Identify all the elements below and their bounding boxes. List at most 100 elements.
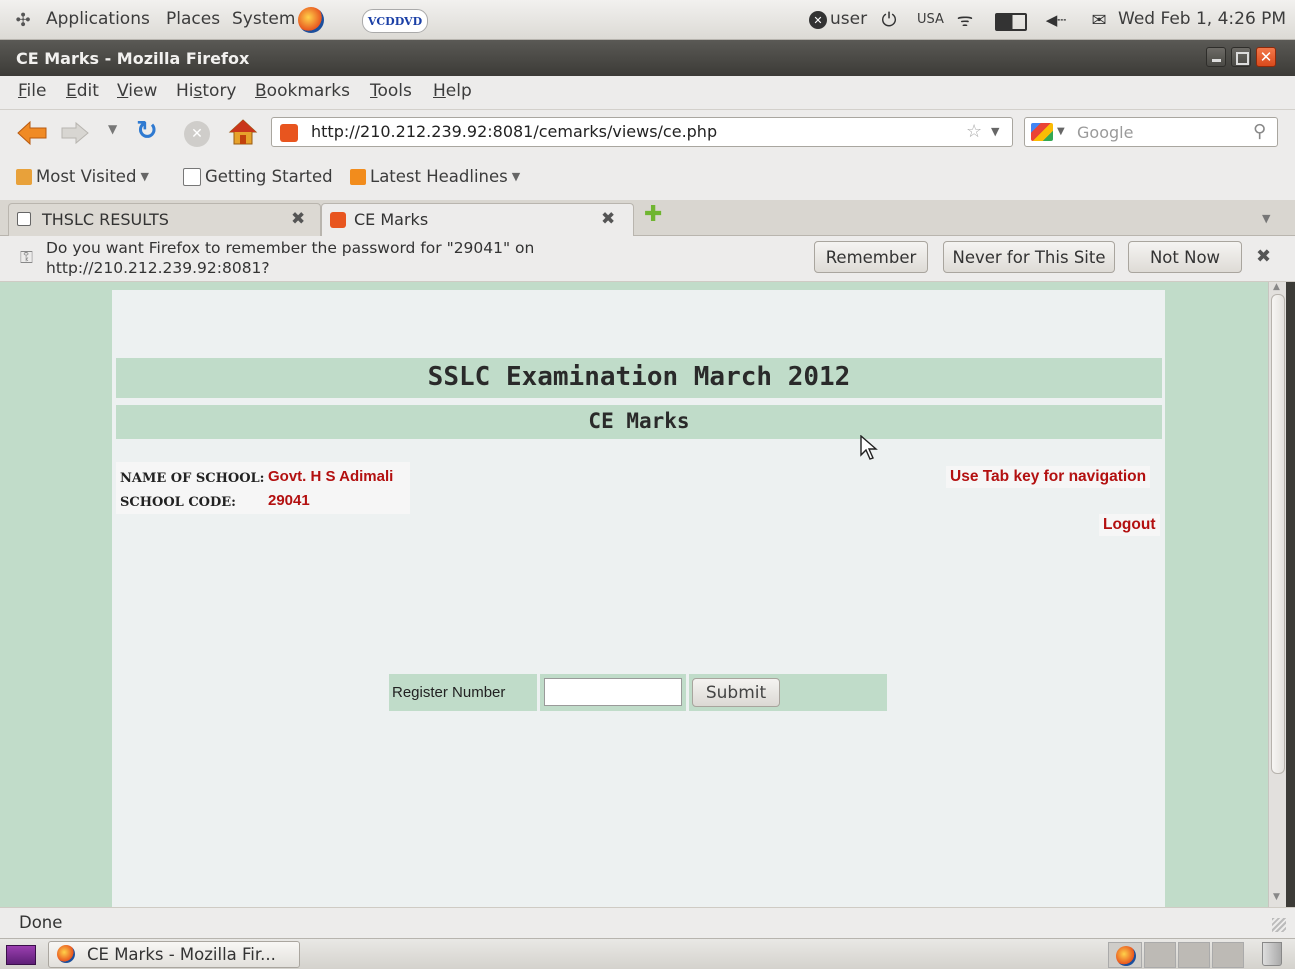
magnifier-icon[interactable]: ⚲ — [1253, 121, 1266, 142]
workspace-2[interactable] — [1178, 942, 1210, 968]
url-bar[interactable]: http://210.212.239.92:8081/cemarks/views… — [271, 117, 1013, 147]
ubuntu-logo-icon[interactable]: ✣ — [12, 9, 34, 31]
vertical-scrollbar[interactable]: ▲ ▼ — [1268, 282, 1286, 907]
new-tab-plus-icon[interactable]: ✚ — [644, 202, 662, 227]
resize-grip-icon[interactable] — [1272, 918, 1286, 932]
user-label[interactable]: user — [830, 9, 867, 29]
bookmark-getting-started[interactable]: Getting Started — [183, 167, 333, 186]
search-box[interactable]: ▼ Google ⚲ — [1024, 117, 1278, 147]
bookmark-latest-headlines[interactable]: Latest Headlines ▼ — [350, 167, 520, 186]
volume-icon[interactable]: ◀┄ — [1036, 9, 1076, 31]
reload-icon[interactable]: ↻ — [136, 116, 158, 146]
system-menu[interactable]: System — [232, 9, 295, 29]
window-title: CE Marks - Mozilla Firefox — [16, 49, 250, 68]
tab-thslc-results[interactable]: THSLC RESULTS ✖ — [8, 203, 321, 237]
menu-bookmarks[interactable]: Bookmarks — [255, 81, 350, 101]
scroll-up-icon[interactable]: ▲ — [1273, 282, 1280, 292]
register-number-label: Register Number — [392, 684, 506, 701]
minimize-button[interactable] — [1206, 47, 1226, 67]
rss-icon — [350, 168, 366, 185]
tab-list-chevron-icon[interactable]: ▼ — [1262, 212, 1270, 225]
school-name-value: Govt. H S Adimali — [268, 468, 394, 485]
notification-line-2: http://210.212.239.92:8081? — [46, 259, 270, 277]
menu-history[interactable]: History — [176, 81, 237, 101]
school-code-label: SCHOOL CODE: — [120, 495, 236, 510]
close-tab-icon[interactable]: ✖ — [601, 209, 615, 229]
tab-favicon-icon — [330, 212, 346, 228]
clock[interactable]: Wed Feb 1, 4:26 PM — [1118, 9, 1286, 29]
search-engine-dropdown-icon[interactable]: ▼ — [1057, 126, 1065, 137]
keyboard-layout[interactable]: USA — [917, 12, 944, 27]
menu-edit[interactable]: Edit — [66, 81, 99, 101]
menu-help[interactable]: Help — [433, 81, 472, 101]
scroll-down-icon[interactable]: ▼ — [1273, 892, 1280, 902]
subtitle-band: CE Marks — [116, 405, 1162, 439]
menu-view[interactable]: View — [117, 81, 157, 101]
trash-icon[interactable] — [1262, 942, 1282, 966]
school-name-label: NAME OF SCHOOL: — [120, 471, 265, 486]
url-dropdown-icon[interactable]: ▼ — [991, 125, 999, 138]
logout-link[interactable]: Logout — [1099, 514, 1160, 536]
register-form-row: Register Number Submit — [389, 674, 887, 711]
firefox-task-icon — [57, 945, 75, 963]
register-number-input[interactable] — [544, 678, 682, 706]
workspace-3[interactable] — [1212, 942, 1244, 968]
scrollbar-thumb[interactable] — [1271, 294, 1285, 774]
vcd-dvd-label: VCDDVD — [367, 14, 423, 28]
power-icon[interactable]: ⏻ — [878, 9, 900, 31]
close-notification-icon[interactable]: ✖ — [1256, 246, 1271, 267]
bookmark-most-visited[interactable]: Most Visited ▼ — [16, 167, 149, 186]
key-icon: ⚿ — [20, 248, 33, 268]
mouse-cursor-icon — [860, 435, 878, 460]
url-text[interactable]: http://210.212.239.92:8081/cemarks/views… — [311, 122, 717, 141]
wifi-icon[interactable]: ᯤ — [953, 9, 977, 31]
page-icon — [183, 167, 201, 186]
notification-line-1: Do you want Firefox to remember the pass… — [46, 239, 535, 257]
remember-button[interactable]: Remember — [814, 241, 928, 273]
menu-tools[interactable]: Tools — [370, 81, 412, 101]
close-window-button[interactable]: ✕ — [1256, 47, 1276, 67]
tab-navigation-hint: Use Tab key for navigation — [946, 466, 1151, 488]
maximize-button[interactable] — [1231, 47, 1251, 67]
firefox-launcher-icon[interactable] — [298, 7, 324, 33]
mail-icon[interactable]: ✉ — [1088, 10, 1110, 31]
submit-button[interactable]: Submit — [692, 678, 780, 707]
bookmark-label: Latest Headlines — [370, 167, 508, 186]
status-bar: Done — [0, 907, 1295, 938]
notification-message: Do you want Firefox to remember the pass… — [46, 238, 534, 278]
search-engine-icon[interactable] — [1031, 123, 1053, 141]
taskbar-window-button[interactable]: CE Marks - Mozilla Fir... — [48, 941, 300, 968]
tab-label: THSLC RESULTS — [42, 210, 169, 229]
menu-bar: File Edit View History Bookmarks Tools H… — [0, 76, 1295, 110]
vcd-dvd-launcher[interactable]: VCDDVD — [362, 9, 428, 33]
show-desktop-icon[interactable] — [6, 945, 36, 965]
history-dropdown-icon[interactable]: ▼ — [108, 122, 117, 136]
chevron-down-icon: ▼ — [140, 170, 149, 183]
not-now-button[interactable]: Not Now — [1128, 241, 1242, 273]
places-menu[interactable]: Places — [166, 9, 220, 29]
taskbar-window-label: CE Marks - Mozilla Fir... — [87, 945, 276, 964]
menu-file[interactable]: File — [18, 81, 46, 101]
firefox-tray-icon[interactable] — [1108, 942, 1142, 968]
close-tab-icon[interactable]: ✖ — [291, 209, 305, 229]
tab-ce-marks[interactable]: CE Marks ✖ — [321, 203, 634, 237]
bookmark-star-icon[interactable]: ☆ — [966, 121, 982, 142]
bookmark-label: Most Visited — [36, 167, 137, 186]
workspace-1[interactable] — [1144, 942, 1176, 968]
register-input-cell — [540, 674, 686, 711]
home-icon[interactable] — [228, 118, 258, 146]
search-placeholder: Google — [1077, 123, 1134, 142]
subtitle: CE Marks — [588, 409, 690, 433]
user-status-icon[interactable]: ✕ — [809, 11, 827, 29]
back-arrow-icon[interactable] — [16, 120, 48, 146]
window-titlebar[interactable]: CE Marks - Mozilla Firefox — [0, 40, 1295, 76]
forward-arrow-icon[interactable] — [60, 121, 90, 145]
stop-icon[interactable]: ✕ — [184, 121, 210, 147]
top-panel: ✣ Applications Places System VCDDVD ✕ us… — [0, 0, 1295, 40]
site-favicon-icon — [280, 124, 298, 142]
battery-icon[interactable] — [995, 13, 1027, 31]
exam-title: SSLC Examination March 2012 — [427, 362, 851, 392]
tab-label: CE Marks — [354, 210, 429, 229]
never-for-this-site-button[interactable]: Never for This Site — [943, 241, 1115, 273]
applications-menu[interactable]: Applications — [46, 9, 150, 29]
